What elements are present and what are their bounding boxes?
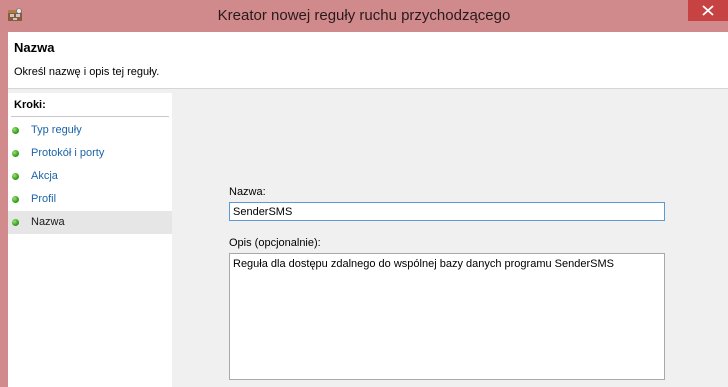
steps-panel: Kroki: Typ reguły Protokół i porty Akcja… [8, 93, 172, 387]
step-label: Nazwa [31, 216, 65, 228]
description-label: Opis (opcjonalnie): [229, 237, 321, 249]
form-area: Nazwa: Opis (opcjonalnie): Reguła dla do… [176, 93, 728, 387]
wizard-header: Nazwa Określ nazwę i opis tej reguły. [8, 32, 728, 89]
title-bar[interactable]: Kreator nowej reguły ruchu przychodząceg… [0, 0, 728, 32]
step-label: Protokół i porty [31, 147, 105, 159]
step-item-profile[interactable]: Profil [8, 188, 172, 211]
rule-description-textarea[interactable]: Reguła dla dostępu zdalnego do wspólnej … [229, 253, 665, 380]
green-dot-icon [12, 150, 19, 157]
step-item-name[interactable]: Nazwa [8, 211, 172, 234]
green-dot-icon [12, 219, 19, 226]
green-dot-icon [12, 173, 19, 180]
step-item-protocol-ports[interactable]: Protokół i porty [8, 142, 172, 165]
step-item-rule-type[interactable]: Typ reguły [8, 119, 172, 142]
step-label: Akcja [31, 170, 58, 182]
close-icon [702, 5, 714, 16]
close-button[interactable] [688, 0, 728, 21]
step-label: Typ reguły [31, 124, 82, 136]
green-dot-icon [12, 196, 19, 203]
step-label: Profil [31, 193, 57, 205]
steps-divider [11, 116, 169, 117]
wizard-client-area: Nazwa Określ nazwę i opis tej reguły. Kr… [8, 32, 728, 387]
green-dot-icon [12, 127, 19, 134]
wizard-window: Kreator nowej reguły ruchu przychodząceg… [0, 0, 728, 387]
window-title: Kreator nowej reguły ruchu przychodząceg… [217, 7, 511, 24]
step-item-action[interactable]: Akcja [8, 165, 172, 188]
page-description: Określ nazwę i opis tej reguły. [14, 66, 160, 78]
rule-name-input[interactable] [229, 202, 665, 221]
steps-heading: Kroki: [14, 99, 46, 111]
page-title: Nazwa [14, 40, 55, 55]
name-label: Nazwa: [229, 186, 266, 198]
